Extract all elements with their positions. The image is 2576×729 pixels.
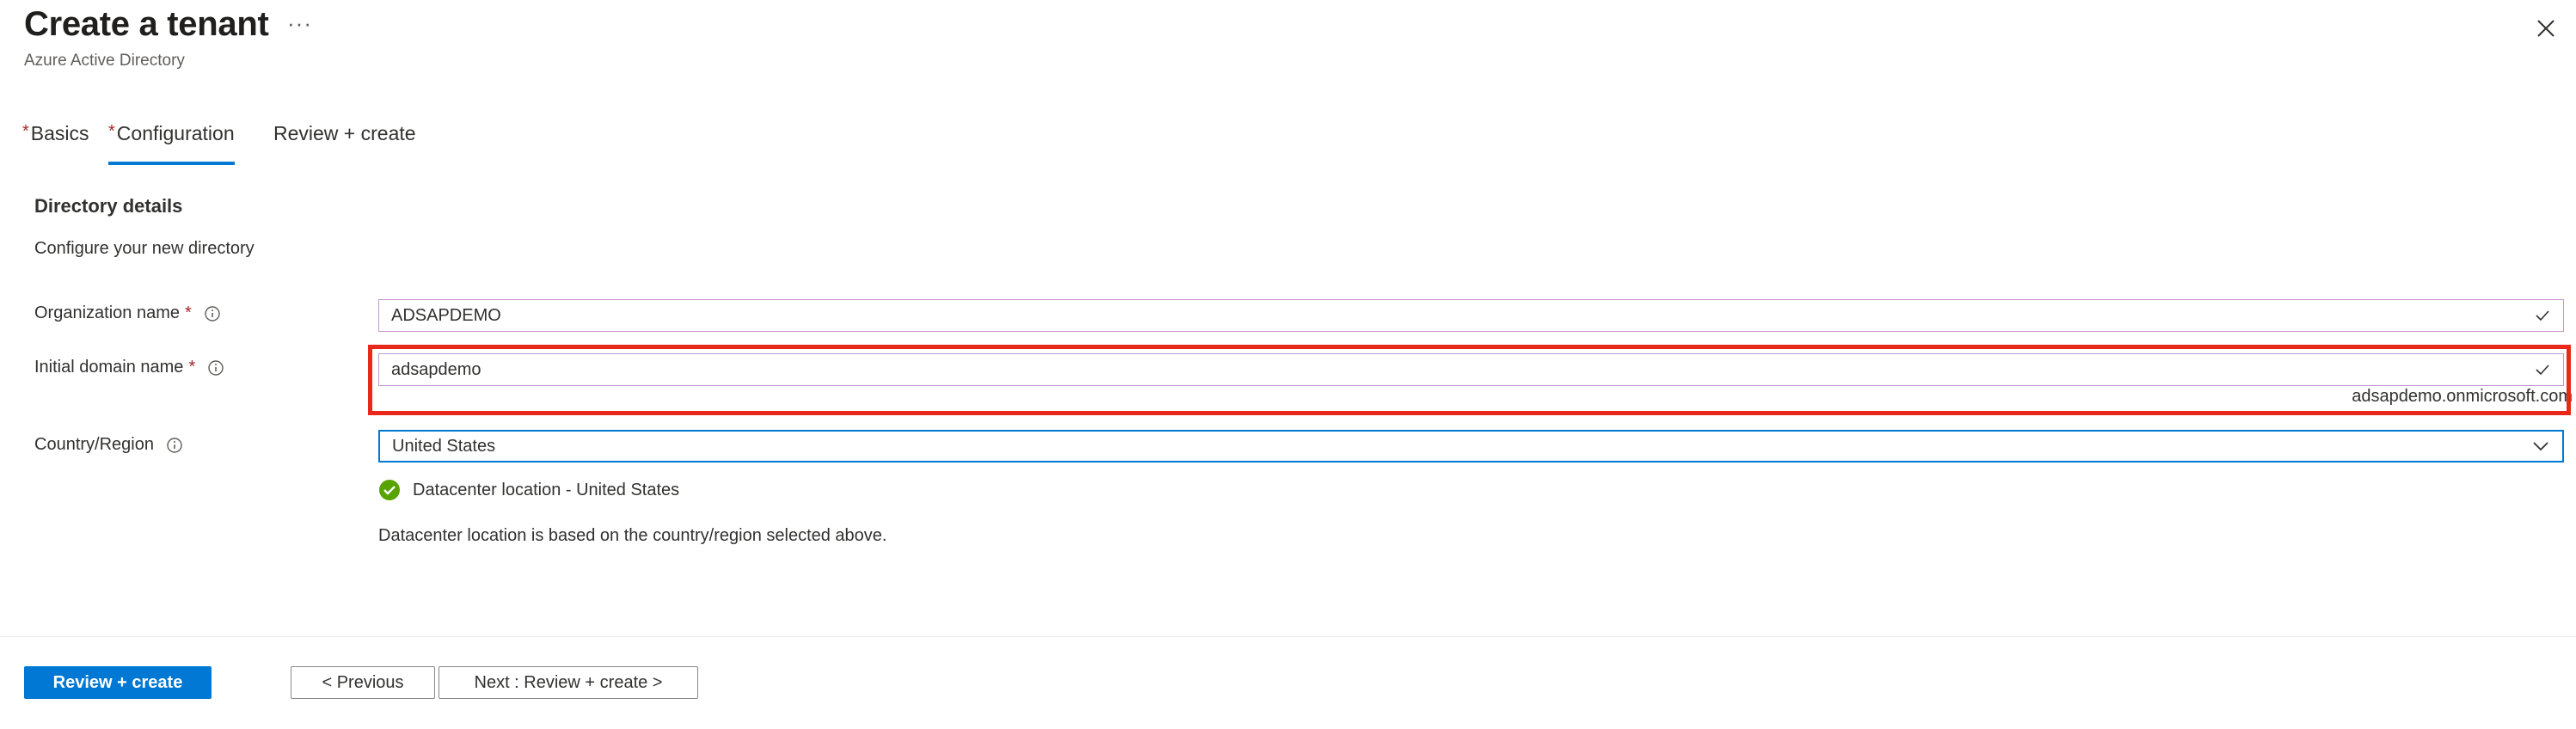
- domain-name-label-text: Initial domain name: [34, 358, 184, 377]
- next-button[interactable]: Next : Review + create >: [439, 666, 698, 699]
- info-icon[interactable]: [166, 437, 183, 454]
- close-icon[interactable]: [2533, 15, 2559, 41]
- checkmark-icon: [2536, 310, 2549, 322]
- info-icon[interactable]: [204, 305, 221, 322]
- tab-label: Basics: [30, 122, 89, 144]
- required-marker: *: [188, 358, 196, 377]
- country-label: Country/Region: [34, 435, 183, 455]
- more-icon[interactable]: ···: [287, 10, 312, 37]
- create-tenant-page: Create a tenant ··· Azure Active Directo…: [0, 0, 2576, 729]
- country-select[interactable]: United States: [378, 430, 2564, 463]
- required-marker: *: [22, 122, 29, 141]
- country-value: United States: [392, 436, 496, 456]
- tab-label: Configuration: [116, 122, 235, 144]
- datacenter-status: Datacenter location - United States: [378, 479, 679, 501]
- domain-name-label: Initial domain name *: [34, 358, 224, 377]
- org-name-label: Organization name *: [34, 303, 221, 323]
- datacenter-note: Datacenter location is based on the coun…: [378, 526, 887, 545]
- info-icon[interactable]: [207, 359, 224, 377]
- chevron-down-icon: [2533, 442, 2548, 451]
- datacenter-status-text: Datacenter location - United States: [413, 480, 680, 499]
- country-label-text: Country/Region: [34, 435, 154, 454]
- org-name-value: ADSAPDEMO: [391, 305, 501, 325]
- page-title: Create a tenant: [24, 5, 269, 43]
- required-marker: *: [184, 303, 192, 322]
- success-check-icon: [379, 480, 400, 500]
- tab-basics[interactable]: *Basics: [22, 122, 89, 162]
- org-name-input[interactable]: ADSAPDEMO: [378, 299, 2564, 332]
- section-description: Configure your new directory: [34, 239, 255, 258]
- page-subtitle: Azure Active Directory: [24, 52, 185, 70]
- highlight-box: [368, 345, 2571, 415]
- org-name-label-text: Organization name: [34, 303, 180, 322]
- tab-review-create[interactable]: Review + create: [273, 122, 416, 162]
- required-marker: *: [108, 122, 115, 141]
- footer-divider: [0, 636, 2576, 637]
- tab-label: Review + create: [273, 122, 416, 144]
- section-title: Directory details: [34, 195, 183, 217]
- review-create-button[interactable]: Review + create: [24, 666, 212, 699]
- tab-configuration[interactable]: *Configuration: [108, 122, 235, 165]
- previous-button[interactable]: < Previous: [291, 666, 435, 699]
